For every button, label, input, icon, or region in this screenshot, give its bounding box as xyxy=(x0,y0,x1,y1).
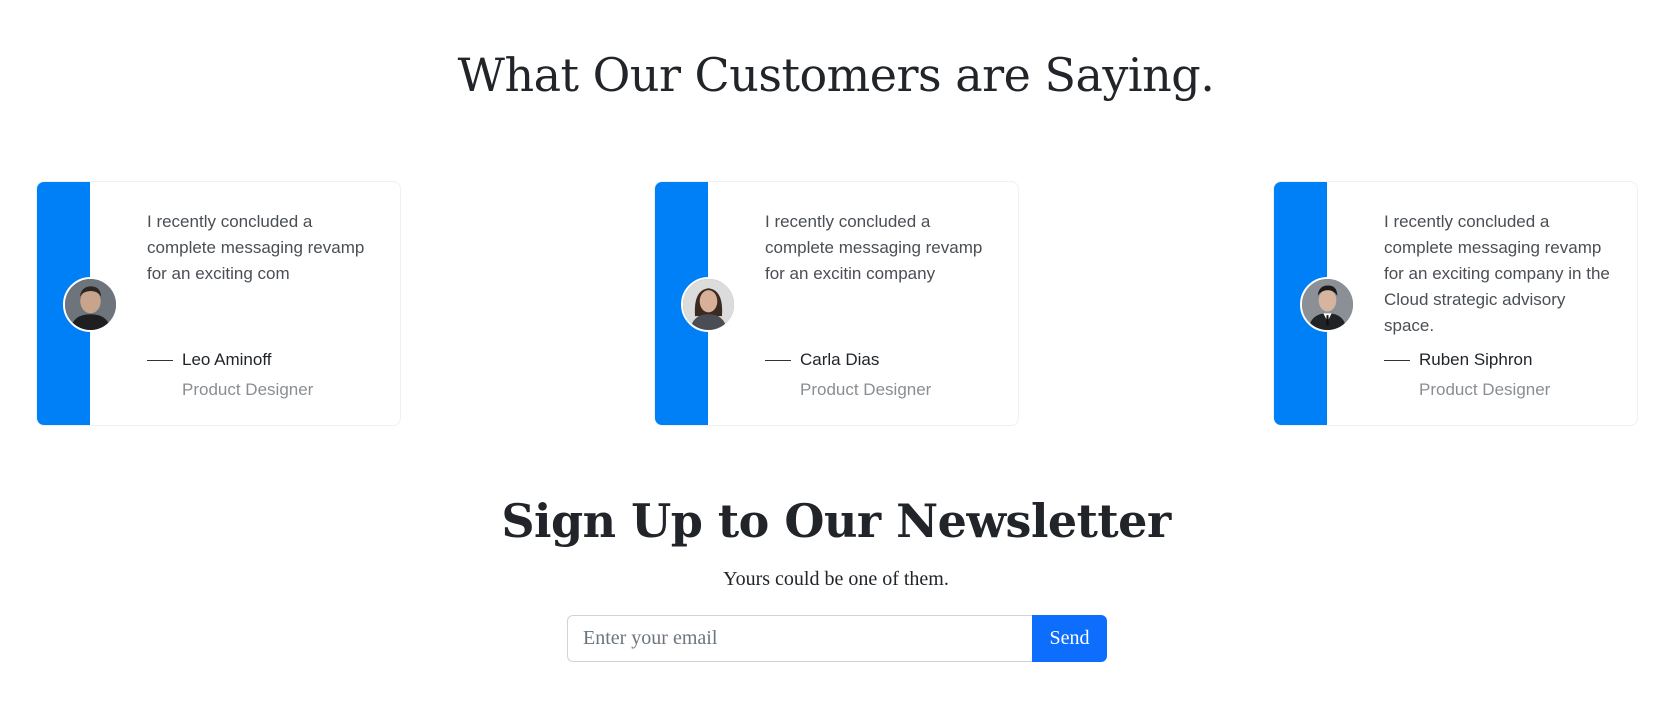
testimonial-card: I recently concluded a complete messagin… xyxy=(36,181,401,426)
email-input[interactable] xyxy=(567,615,1032,662)
dash-divider xyxy=(147,360,173,361)
testimonial-role: Product Designer xyxy=(182,380,314,399)
testimonial-card: I recently concluded a complete messagin… xyxy=(654,181,1019,426)
testimonial-card: I recently concluded a complete messagin… xyxy=(1273,181,1638,426)
newsletter-form: Send xyxy=(567,615,1107,662)
testimonial-name: Ruben Siphron xyxy=(1419,350,1533,369)
avatar xyxy=(63,277,118,332)
avatar xyxy=(681,277,736,332)
man-suit-portrait-icon xyxy=(1302,279,1353,330)
newsletter-title: Sign Up to Our Newsletter xyxy=(501,494,1171,548)
newsletter-subtitle: Yours could be one of them. xyxy=(723,568,949,590)
testimonial-quote: I recently concluded a complete messagin… xyxy=(147,212,365,283)
testimonial-name: Leo Aminoff xyxy=(182,350,272,369)
testimonial-quote: I recently concluded a complete messagin… xyxy=(1384,212,1610,335)
send-button[interactable]: Send xyxy=(1032,615,1107,662)
man-portrait-icon xyxy=(65,279,116,330)
testimonial-role: Product Designer xyxy=(800,380,932,399)
dash-divider xyxy=(1384,360,1410,361)
testimonial-quote: I recently concluded a complete messagin… xyxy=(765,212,983,283)
dash-divider xyxy=(765,360,791,361)
testimonials-title: What Our Customers are Saying. xyxy=(457,48,1215,102)
testimonial-role: Product Designer xyxy=(1419,380,1551,399)
avatar xyxy=(1300,277,1355,332)
woman-portrait-icon xyxy=(683,279,734,330)
testimonial-name: Carla Dias xyxy=(800,350,880,369)
